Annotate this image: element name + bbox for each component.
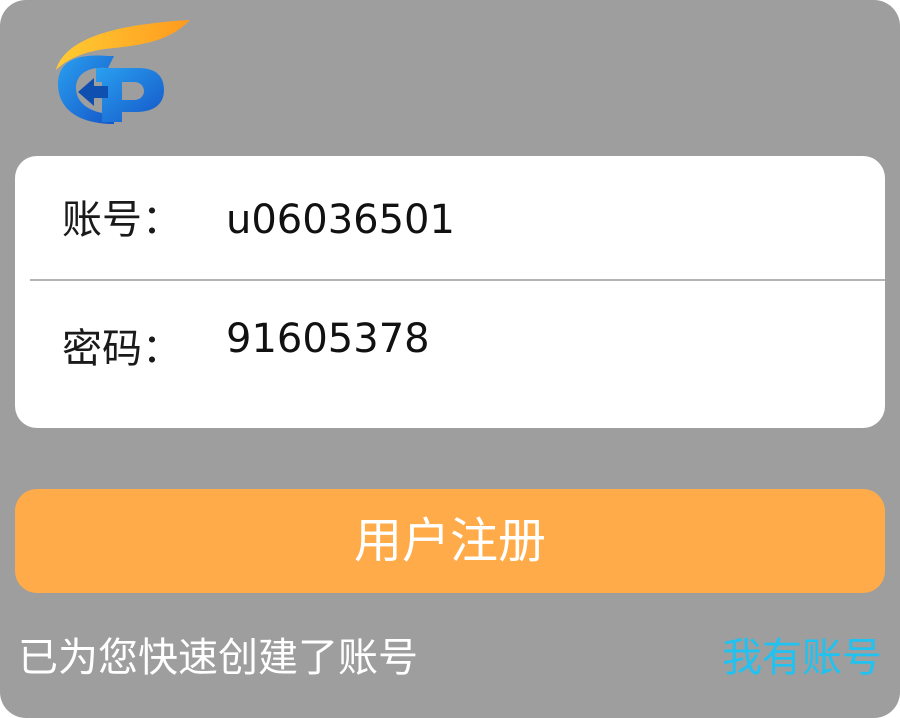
password-value[interactable]: 91605378 <box>226 311 430 367</box>
account-value[interactable]: u06036501 <box>226 192 455 248</box>
quick-register-dialog: 账号： u06036501 密码： 91605378 用户注册 已为您快速创建了… <box>0 0 900 718</box>
account-label: 账号： <box>62 197 182 243</box>
register-button[interactable]: 用户注册 <box>15 489 885 593</box>
app-logo-icon <box>56 20 190 124</box>
register-button-label: 用户注册 <box>353 515 546 568</box>
password-row[interactable]: 密码： 91605378 <box>15 281 885 405</box>
account-created-status: 已为您快速创建了账号 <box>18 635 418 681</box>
password-label: 密码： <box>62 326 182 372</box>
have-account-link[interactable]: 我有账号 <box>722 630 882 686</box>
account-row[interactable]: 账号： u06036501 <box>15 156 885 281</box>
login-form-card: 账号： u06036501 密码： 91605378 <box>15 156 885 428</box>
